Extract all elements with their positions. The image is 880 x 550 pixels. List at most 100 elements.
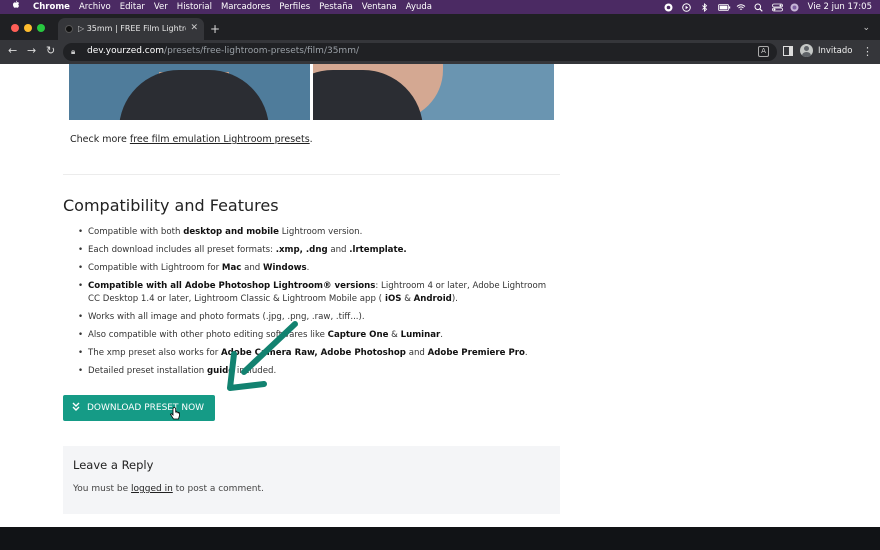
bluetooth-icon[interactable] [700,2,709,12]
active-tab[interactable]: ▷ 35mm | FREE Film Lightroom Presets ✕ [58,18,204,40]
double-chevron-down-icon [72,402,80,414]
feature-text: Compatible with both [88,227,184,237]
feature-text: Adobe Premiere Pro [427,348,525,358]
play-icon[interactable] [681,2,691,12]
section-divider [63,174,560,175]
menu-archivo[interactable]: Archivo [79,0,111,14]
reply-title: Leave a Reply [73,458,154,472]
menu-perfiles[interactable]: Perfiles [279,0,310,14]
feature-text: Luminar [400,330,441,340]
site-favicon-icon [65,25,73,33]
chrome-menu-icon[interactable]: ⋮ [862,45,873,58]
feature-text: .xmp, .dng [275,245,328,255]
menu-marcadores[interactable]: Marcadores [221,0,270,14]
preset-preview-images [69,64,554,120]
feature-item: The xmp preset also works for Adobe Came… [78,347,548,360]
feature-text: Mac [221,263,242,273]
address-url[interactable]: dev.yourzed.com/presets/free-lightroom-p… [87,46,359,56]
feature-text: The xmp preset also works for [88,348,221,358]
wifi-icon[interactable] [736,3,745,12]
translate-icon[interactable]: A [758,46,769,57]
reply-text-prefix: You must be [73,484,132,494]
tab-title-text: 35mm | FREE Film Lightroom Presets [86,24,186,33]
feature-text: iOS [382,294,402,304]
tab-close-icon[interactable]: ✕ [190,23,198,33]
address-bar[interactable]: 🔒︎ dev.yourzed.com/presets/free-lightroo… [63,43,777,61]
feature-item: Works with all image and photo formats (… [78,311,548,324]
tab-search-chevron-icon[interactable]: ⌄ [862,23,870,33]
menubar-status-area: Vie 2 jun 17:05 [664,0,872,14]
feature-text: Detailed preset installation [88,366,207,376]
leave-reply-section: Leave a Reply You must be logged in to p… [63,446,560,514]
control-center-icon[interactable] [771,3,783,12]
feature-item: Each download includes all preset format… [78,244,548,257]
hand-cursor-icon [170,407,180,420]
feature-text: & [401,294,414,304]
macos-menubar: Chrome Archivo Editar Ver Historial Marc… [0,0,880,14]
section-title: Compatibility and Features [63,196,279,215]
window-minimize-button[interactable] [24,24,32,32]
menu-app-name[interactable]: Chrome [33,0,70,14]
feature-text: and [241,263,263,273]
annotation-arrow-icon [227,321,298,391]
back-button[interactable]: ← [8,45,17,57]
feature-text: Compatible with Lightroom for [88,263,222,273]
audio-play-icon: ▷ [78,24,87,33]
menubar-clock[interactable]: Vie 2 jun 17:05 [808,2,872,12]
browser-tab-strip: ▷ 35mm | FREE Film Lightroom Presets ✕ +… [0,14,880,40]
feature-item: Detailed preset installation guide inclu… [78,365,548,378]
feature-text: & [388,330,401,340]
download-button-label: DOWNLOAD PRESET NOW [87,403,205,413]
url-path: /presets/free-lightroom-presets/film/35m… [164,46,359,56]
feature-text: Compatible with all Adobe Photoshop Ligh… [88,281,376,291]
new-tab-button[interactable]: + [210,23,220,35]
battery-icon[interactable] [717,3,730,12]
reply-text-suffix: to post a comment. [172,484,264,494]
feature-text: ). [451,294,458,304]
check-more-suffix: . [309,134,313,145]
feature-text: . [440,330,443,340]
menu-editar[interactable]: Editar [120,0,145,14]
lock-icon[interactable]: 🔒︎ [71,47,75,57]
feature-text: Android [413,294,452,304]
download-preset-button[interactable]: DOWNLOAD PRESET NOW [63,395,215,421]
forward-button[interactable]: → [27,45,36,57]
menu-pestana[interactable]: Pestaña [319,0,353,14]
feature-text: .lrtemplate. [349,245,407,255]
feature-text: Lightroom version. [278,227,363,237]
menu-ventana[interactable]: Ventana [362,0,397,14]
window-zoom-button[interactable] [37,24,45,32]
feature-item: Compatible with both desktop and mobile … [78,226,548,239]
menu-ayuda[interactable]: Ayuda [406,0,432,14]
preview-photo-after [313,64,554,120]
logged-in-link[interactable]: logged in [131,484,173,494]
menu-ver[interactable]: Ver [154,0,168,14]
tab-title: ▷ 35mm | FREE Film Lightroom Presets [78,24,186,33]
site-footer [0,527,880,550]
menu-historial[interactable]: Historial [177,0,212,14]
side-panel-icon[interactable] [783,46,793,56]
window-close-button[interactable] [11,24,19,32]
url-host: dev.yourzed.com [87,46,165,56]
film-presets-link[interactable]: free film emulation Lightroom presets [130,134,310,145]
reply-login-text: You must be logged in to post a comment. [73,484,264,494]
feature-text: . [524,348,528,358]
siri-icon[interactable] [790,3,799,12]
feature-text: desktop and mobile [183,227,279,237]
record-icon[interactable] [664,3,673,12]
apple-logo-icon[interactable] [10,0,20,15]
check-more-text: Check more free film emulation Lightroom… [70,134,313,145]
spotlight-search-icon[interactable] [754,3,763,12]
feature-item: Compatible with Lightroom for Mac and Wi… [78,262,548,275]
browser-toolbar: ← → ↻ 🔒︎ dev.yourzed.com/presets/free-li… [0,40,880,64]
feature-item: Also compatible with other photo editing… [78,329,548,342]
preview-photo-before [69,64,310,120]
features-list: Compatible with both desktop and mobile … [78,226,548,383]
web-page: Check more free film emulation Lightroom… [0,64,880,550]
reload-button[interactable]: ↻ [46,45,55,57]
feature-text: Each download includes all preset format… [88,245,276,255]
profile-label: Invitado [818,45,853,56]
profile-button[interactable]: Invitado [800,44,852,57]
feature-text: and [405,348,428,358]
check-more-prefix: Check more [70,134,130,145]
